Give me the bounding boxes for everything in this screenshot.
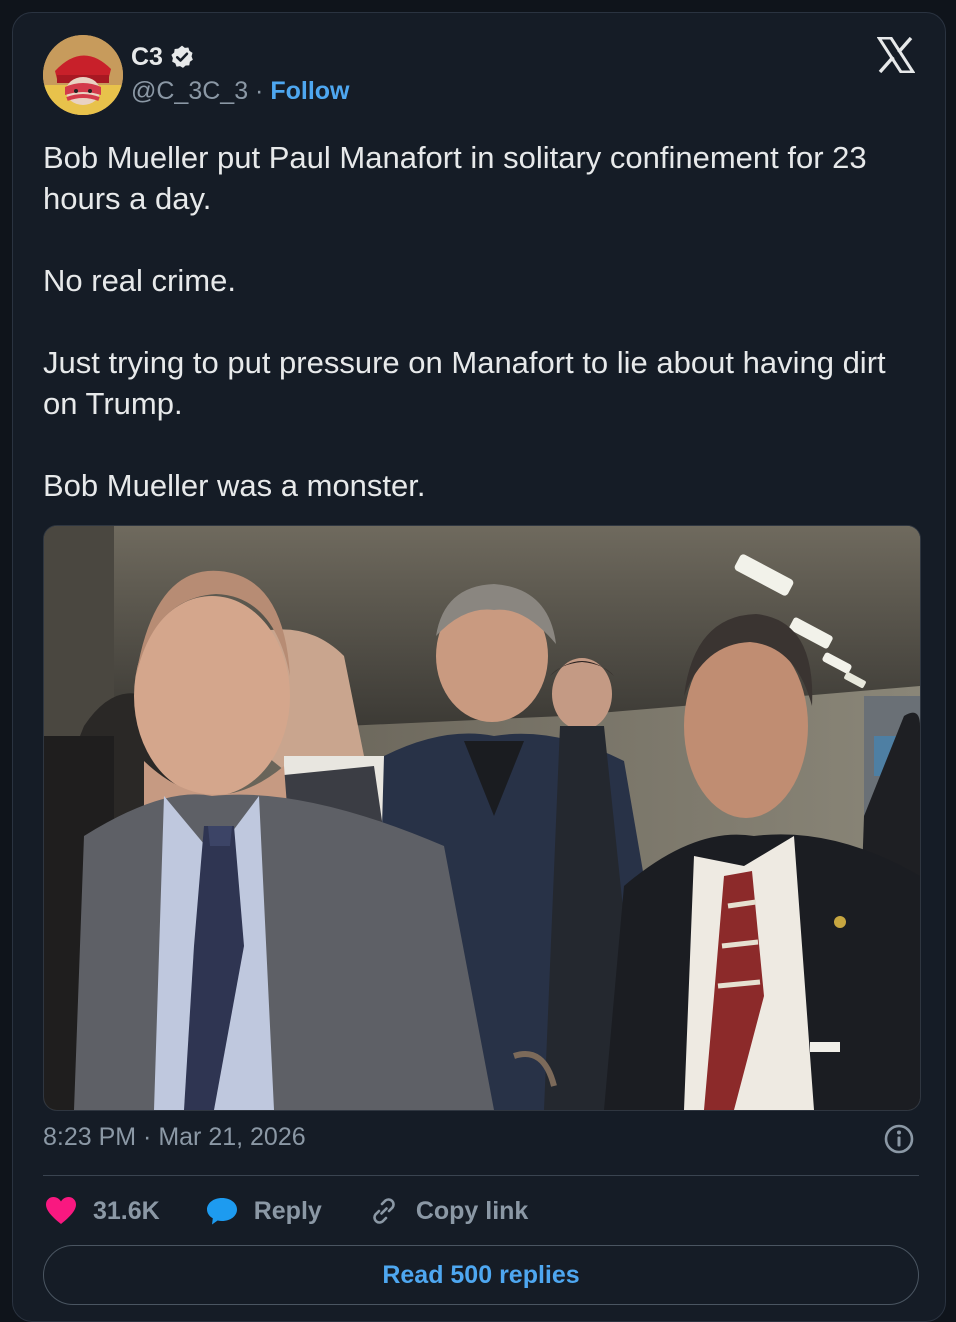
reply-button[interactable]: Reply [206,1196,322,1226]
copy-link-button[interactable]: Copy link [368,1195,529,1227]
avatar[interactable] [43,35,123,115]
tweet-paragraph: Bob Mueller was a monster. [43,468,426,503]
heart-icon [46,1197,76,1224]
divider [43,1175,919,1176]
tweet-paragraph: Just trying to put pressure on Manafort … [43,345,886,421]
link-icon [373,1198,395,1224]
author-handle-row: @C_3C_3 · Follow [131,77,349,106]
action-bar: 31.6K Reply Copy link [45,1193,574,1229]
author-handle[interactable]: @C_3C_3 [131,77,248,105]
read-replies-label: Read 500 replies [382,1260,580,1289]
author-name[interactable]: C3 [131,43,163,72]
handle-separator: · [248,77,271,105]
info-icon[interactable] [883,1123,915,1155]
tweet-text: Bob Mueller put Paul Manafort in solitar… [43,137,923,506]
like-count: 31.6K [93,1196,160,1225]
verified-badge-icon [171,45,193,68]
tweet-card: C3 @C_3C_3 · Follow Bob Mueller put Paul… [12,12,946,1322]
x-logo-icon[interactable] [877,37,915,73]
tweet-timestamp[interactable]: 8:23 PM · Mar 21, 2026 [43,1123,306,1152]
read-replies-button[interactable]: Read 500 replies [43,1245,919,1305]
follow-button[interactable]: Follow [270,77,349,105]
tweet-photo[interactable] [43,525,921,1111]
tweet-paragraph: No real crime. [43,263,236,298]
like-button[interactable]: 31.6K [45,1196,160,1226]
tweet-paragraph: Bob Mueller put Paul Manafort in solitar… [43,140,867,216]
reply-bubble-icon [206,1198,237,1225]
reply-label: Reply [253,1196,322,1225]
copy-link-label: Copy link [415,1196,529,1225]
author-name-row: C3 [131,41,195,73]
